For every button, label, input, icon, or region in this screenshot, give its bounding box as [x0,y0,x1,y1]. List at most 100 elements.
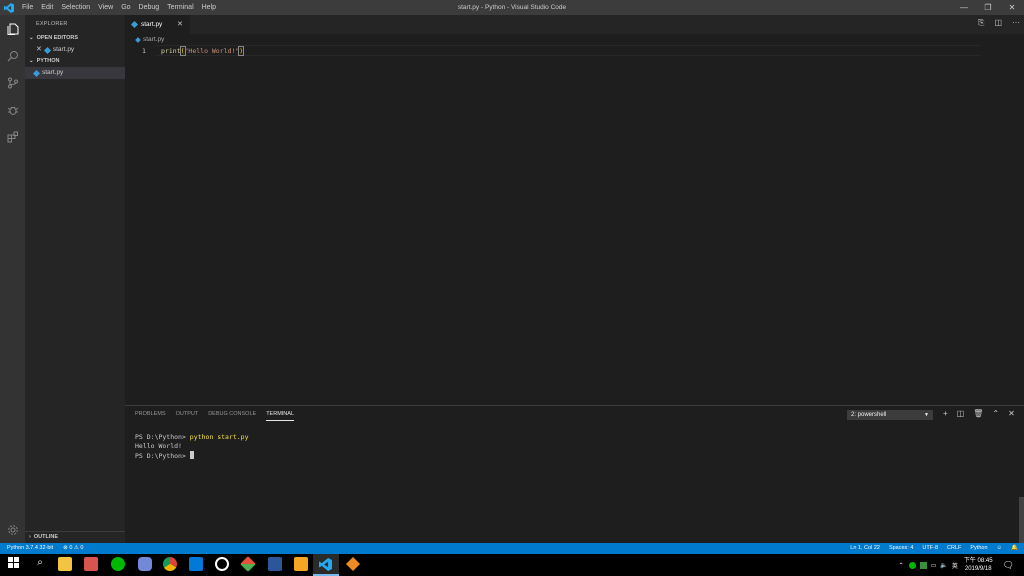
explorer-sidebar: EXPLORER ⌄ OPEN EDITORS ✕ start.py ⌄ PYT… [25,15,125,543]
panel-scrollbar[interactable] [1019,497,1024,543]
code-line[interactable]: print("Hello World!") [161,46,245,56]
vscode-taskbar-icon [319,558,332,573]
source-control-icon[interactable] [0,69,25,96]
clock[interactable]: 下午 08:45 2019/9/18 [964,557,993,573]
media-player-icon[interactable] [84,557,98,571]
file-encoding[interactable]: UTF-8 [922,543,938,554]
explorer-icon[interactable] [0,15,25,42]
file-explorer-icon[interactable] [58,557,72,571]
settings-gear-icon[interactable] [0,516,25,543]
terminal-select[interactable]: 2: powershell ▼ [847,410,933,420]
tray-line-icon[interactable] [908,561,916,569]
notes-app-icon[interactable] [294,557,308,571]
panel-actions: + ◫ 🗑 ⌃ ✕ [943,409,1015,418]
open-editors-section[interactable]: ⌄ OPEN EDITORS [25,33,125,44]
breadcrumb: start.py [125,34,164,45]
vscode-taskbar-button[interactable] [313,554,339,576]
chevron-down-icon: ⌄ [29,35,34,41]
terminal-output[interactable]: PS D:\Python> python start.py Hello Worl… [135,433,249,461]
chrome-icon[interactable] [163,557,177,571]
open-changes-icon[interactable]: ⎘ [978,18,984,28]
menu-view[interactable]: View [94,0,117,15]
ime-indicator[interactable]: 英 [952,561,958,570]
dropdown-caret-icon: ▼ [924,412,929,418]
git-kraken-icon[interactable] [240,556,256,572]
terminal-prompt: PS D:\Python> [135,452,190,460]
notifications-bell-icon[interactable]: 🔔 [1011,543,1018,554]
network-icon[interactable]: ▭ [931,562,937,569]
obs-icon[interactable] [215,557,229,571]
code-string: "Hello World!" [184,47,240,55]
line-ending[interactable]: CRLF [947,543,961,554]
indentation[interactable]: Spaces: 4 [889,543,913,554]
terminal-command: python start.py [189,433,249,441]
tab-label: start.py [141,21,163,28]
code-editor[interactable]: 1 print("Hello World!") [125,45,1024,57]
close-window-icon[interactable]: ✕ [1000,0,1024,15]
status-bar: Python 3.7.4 32-bit ⊗ 0 ⚠ 0 Ln 1, Col 22… [0,543,1024,554]
word-icon[interactable] [268,557,282,571]
activity-bar [0,15,25,543]
menu-edit[interactable]: Edit [37,0,57,15]
discord-icon[interactable] [138,557,152,571]
menu-go[interactable]: Go [117,0,134,15]
python-interpreter[interactable]: Python 3.7.4 32-bit [7,543,53,554]
python-folder-section[interactable]: ⌄ PYTHON [25,56,125,67]
tray-chevron-up-icon[interactable]: ⌃ [899,562,904,569]
chevron-down-icon: ⌄ [29,58,34,64]
close-panel-icon[interactable]: ✕ [1008,409,1015,418]
tab-problems[interactable]: PROBLEMS [135,411,166,421]
taskbar-search-icon[interactable]: ⌕ [33,557,47,571]
language-mode[interactable]: Python [970,543,987,554]
open-editors-label: OPEN EDITORS [36,35,79,41]
tab-debug-console[interactable]: DEBUG CONSOLE [208,411,256,421]
minimize-icon[interactable]: — [952,0,976,15]
trash-icon[interactable]: 🗑 [973,409,983,418]
python-file-icon [32,69,41,77]
tray-app-icon[interactable] [919,561,927,569]
restore-icon[interactable]: ❐ [976,0,1000,15]
line-app-icon[interactable] [111,557,125,571]
vscode-logo-icon [0,0,18,15]
tab-output[interactable]: OUTPUT [176,411,199,421]
open-editor-item[interactable]: ✕ start.py [25,44,125,56]
volume-icon[interactable]: 🔈 [940,562,947,569]
menu-terminal[interactable]: Terminal [163,0,197,15]
panel-tabs: PROBLEMS OUTPUT DEBUG CONSOLE TERMINAL [135,411,294,421]
outline-label: OUTLINE [33,534,58,540]
extensions-icon[interactable] [0,123,25,150]
maximize-panel-icon[interactable]: ⌃ [992,409,999,418]
mail-icon[interactable] [189,557,203,571]
time: 08:45 [977,558,993,564]
feedback-smiley-icon[interactable]: ☺ [997,543,1003,554]
close-icon[interactable]: ✕ [36,44,42,56]
line-number: 1 [142,47,146,55]
python-file-icon [43,46,51,54]
windows-start-icon[interactable] [8,557,20,571]
close-tab-icon[interactable]: ✕ [177,20,183,28]
split-terminal-icon[interactable]: ◫ [957,409,965,418]
menu-selection[interactable]: Selection [57,0,94,15]
title-bar: File Edit Selection View Go Debug Terminal Help… [0,0,1024,15]
menu-help[interactable]: Help [198,0,220,15]
python-folder-label: PYTHON [36,58,60,64]
split-editor-icon[interactable]: ◫ [994,18,1002,28]
folder-file-item[interactable]: start.py [25,67,125,79]
tab-start-py[interactable]: start.py ✕ [125,15,190,34]
debug-icon[interactable] [0,96,25,123]
more-actions-icon[interactable]: ··· [1012,18,1020,28]
tab-terminal[interactable]: TERMINAL [266,411,294,421]
editor-tab-bar: start.py ✕ ⎘ ◫ ··· [125,15,1024,34]
problems-indicator[interactable]: ⊗ 0 ⚠ 0 [63,543,83,554]
menu-debug[interactable]: Debug [135,0,164,15]
chevron-right-icon: › [29,534,31,540]
menu-file[interactable]: File [18,0,37,15]
terminal-result: Hello World! [135,442,182,450]
outline-section[interactable]: › OUTLINE [25,531,125,543]
new-terminal-icon[interactable]: + [943,409,948,418]
search-icon[interactable] [0,42,25,69]
action-center-icon[interactable]: 🗨 [1003,560,1014,571]
cursor-position[interactable]: Ln 1, Col 22 [850,543,880,554]
breadcrumb-file[interactable]: start.py [143,36,164,43]
xampp-icon[interactable] [346,557,360,571]
